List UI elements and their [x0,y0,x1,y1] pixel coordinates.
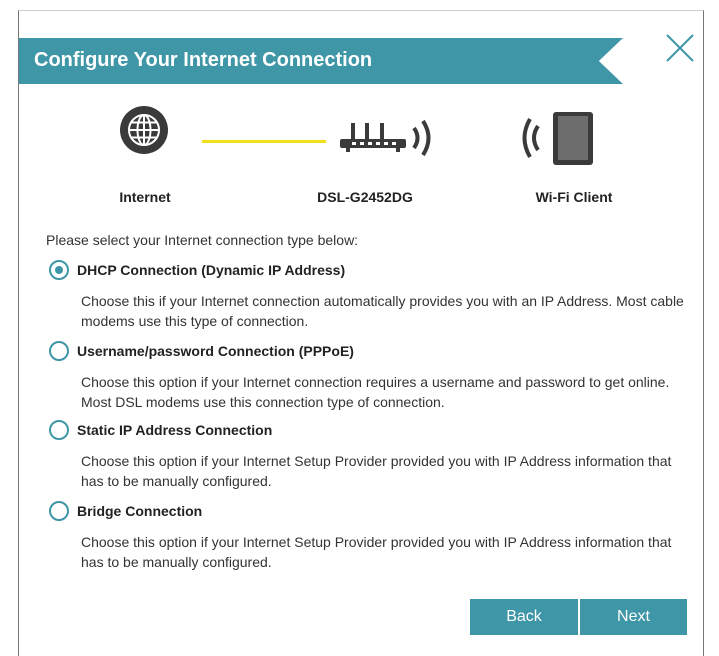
back-button[interactable]: Back [470,599,578,635]
globe-icon [120,106,168,154]
option-dhcp: DHCP Connection (Dynamic IP Address) Cho… [49,257,689,331]
dialog-title: Configure Your Internet Connection [34,49,373,71]
router-caption: DSL-G2452DG [317,189,413,205]
radio-pppoe[interactable] [49,341,69,361]
option-dhcp-label: DHCP Connection (Dynamic IP Address) [77,262,346,278]
option-dhcp-radio-row[interactable]: DHCP Connection (Dynamic IP Address) [49,257,689,283]
connection-line [202,140,326,143]
option-bridge-description: Choose this option if your Internet Setu… [81,534,672,570]
next-button[interactable]: Next [580,599,687,635]
radio-dhcp[interactable] [49,260,69,280]
option-static-ip-description: Choose this option if your Internet Setu… [81,453,672,489]
option-static-ip-radio-row[interactable]: Static IP Address Connection [49,417,689,443]
option-bridge-radio-row[interactable]: Bridge Connection [49,498,689,524]
radio-bridge[interactable] [49,501,69,521]
option-pppoe-label: Username/password Connection (PPPoE) [77,343,354,359]
option-dhcp-description: Choose this if your Internet connection … [81,293,684,329]
option-bridge-label: Bridge Connection [77,503,203,519]
wifi-client-caption: Wi-Fi Client [535,189,613,205]
title-banner: Configure Your Internet Connection [19,38,623,84]
option-pppoe-radio-row[interactable]: Username/password Connection (PPPoE) [49,338,689,364]
option-static-ip: Static IP Address Connection Choose this… [49,417,689,491]
internet-caption: Internet [119,189,171,205]
setup-wizard-dialog: Configure Your Internet Connection Inter… [18,10,704,656]
option-bridge: Bridge Connection Choose this option if … [49,498,689,572]
radio-static-ip[interactable] [49,420,69,440]
option-pppoe-description: Choose this option if your Internet conn… [81,374,670,410]
option-pppoe: Username/password Connection (PPPoE) Cho… [49,338,689,412]
selection-prompt: Please select your Internet connection t… [46,232,359,248]
tablet-icon [519,110,599,166]
option-static-ip-label: Static IP Address Connection [77,422,273,438]
router-icon [338,118,442,162]
close-icon[interactable] [663,31,697,65]
